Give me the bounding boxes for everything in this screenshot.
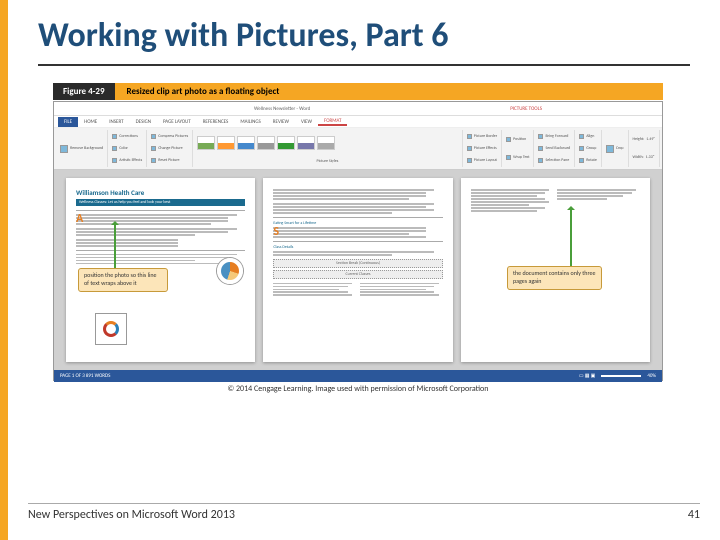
send-backward-button[interactable]: Send Backward — [538, 146, 570, 151]
group-arrange: Position Wrap Text — [502, 130, 534, 167]
rotate-button[interactable]: Rotate — [579, 158, 597, 163]
width-field[interactable]: Width: 1.33" — [633, 155, 655, 160]
remove-background-button[interactable]: Remove Background — [60, 145, 103, 153]
style-thumb[interactable] — [297, 136, 315, 150]
slide-title: Working with Pictures, Part 6 — [8, 0, 720, 64]
style-thumb[interactable] — [317, 136, 335, 150]
contextual-tools: PICTURE TOOLS — [510, 106, 542, 112]
slide: Working with Pictures, Part 6 Figure 4-2… — [0, 0, 720, 540]
bring-forward-button[interactable]: Bring Forward — [538, 134, 570, 139]
height-field[interactable]: Height: 1.49" — [633, 137, 655, 142]
tab-view[interactable]: VIEW — [295, 119, 318, 125]
section-break: Section Break (Continuous) — [273, 259, 442, 268]
callout-right: the document contains only three pages a… — [507, 266, 602, 290]
style-thumb[interactable] — [257, 136, 275, 150]
position-button[interactable]: Position — [506, 137, 529, 142]
tab-design[interactable]: DESIGN — [130, 119, 157, 125]
tab-review[interactable]: REVIEW — [267, 119, 295, 125]
group-arrange2: Bring Forward Send Backward Selection Pa… — [534, 130, 575, 167]
group-arrange3: Align Group Rotate — [575, 130, 602, 167]
status-bar: PAGE 1 OF 3 891 WORDS ▭ ▦ ▣ 40% — [54, 370, 662, 382]
document-area[interactable]: Williamson Health Care Wellness Classes:… — [54, 170, 662, 370]
page-1: Williamson Health Care Wellness Classes:… — [66, 178, 255, 362]
status-left: PAGE 1 OF 3 891 WORDS — [60, 373, 110, 379]
align-button[interactable]: Align — [579, 134, 597, 139]
pie-chart-image[interactable] — [217, 258, 243, 284]
style-thumb[interactable] — [197, 136, 215, 150]
picture-effects-button[interactable]: Picture Effects — [467, 146, 497, 151]
slide-footer: New Perspectives on Microsoft Word 2013 … — [28, 503, 700, 522]
change-picture-button[interactable]: Change Picture — [151, 146, 188, 151]
figure-banner: Figure 4-29 Resized clip art photo as a … — [53, 81, 663, 101]
doc-heading: Williamson Health Care — [76, 188, 245, 197]
tab-references[interactable]: REFERENCES — [197, 119, 235, 125]
footer-text: New Perspectives on Microsoft Word 2013 — [28, 508, 235, 522]
picture-layout-button[interactable]: Picture Layout — [467, 158, 497, 163]
crop-button[interactable]: Crop — [606, 145, 624, 153]
figure: Figure 4-29 Resized clip art photo as a … — [53, 81, 663, 394]
section-heading: Class Details — [273, 245, 442, 250]
group-button[interactable]: Group — [579, 146, 597, 151]
figure-label: Figure 4-29 — [53, 83, 115, 100]
group-size-dims: Height: 1.49" Width: 1.33" — [629, 130, 660, 167]
reset-picture-button[interactable]: Reset Picture — [151, 158, 188, 163]
tab-mailings[interactable]: MAILINGS — [234, 119, 266, 125]
ribbon-tabs: FILE HOME INSERT DESIGN PAGE LAYOUT REFE… — [54, 116, 662, 128]
swirl-image[interactable] — [96, 314, 126, 344]
zoom-level[interactable]: 40% — [647, 373, 656, 379]
style-thumb[interactable] — [237, 136, 255, 150]
page-2: Eating Smart for a Lifetime S Class Deta… — [263, 178, 452, 362]
selection-pane-button[interactable]: Selection Pane — [538, 158, 570, 163]
picture-styles-label: Picture Styles — [197, 159, 458, 164]
style-thumb[interactable] — [217, 136, 235, 150]
group-adjust2: Compress Pictures Change Picture Reset P… — [147, 130, 193, 167]
group-removebg: Remove Background — [56, 130, 108, 167]
section-heading: Current Classes — [273, 270, 442, 279]
group-adjust: Corrections Color Artistic Effects — [108, 130, 147, 167]
copyright: © 2014 Cengage Learning. Image used with… — [53, 384, 663, 394]
compress-button[interactable]: Compress Pictures — [151, 134, 188, 139]
artistic-effects-button[interactable]: Artistic Effects — [112, 158, 142, 163]
picture-border-button[interactable]: Picture Border — [467, 134, 497, 139]
view-icons[interactable]: ▭ ▦ ▣ — [579, 373, 595, 379]
tab-pagelayout[interactable]: PAGE LAYOUT — [157, 119, 197, 125]
callout-left: position the photo so this line of text … — [78, 268, 168, 292]
title-rule — [38, 64, 690, 66]
picture-styles-gallery[interactable] — [197, 136, 458, 150]
corrections-button[interactable]: Corrections — [112, 134, 142, 139]
titlebar: Wellness Newsletter - Word PICTURE TOOLS — [54, 102, 662, 116]
arrow-icon — [570, 208, 572, 268]
page-3: the document contains only three pages a… — [461, 178, 650, 362]
group-picture-styles: Picture Styles — [193, 130, 463, 167]
arrow-icon — [114, 223, 116, 268]
wrap-text-button[interactable]: Wrap Text — [506, 155, 529, 160]
section-heading: Eating Smart for a Lifetime — [273, 221, 442, 226]
word-window: Wellness Newsletter - Word PICTURE TOOLS… — [53, 101, 663, 381]
doc-subheading: Wellness Classes: Let us help you feel a… — [76, 199, 245, 206]
slide-number: 41 — [688, 508, 700, 522]
ribbon: Remove Background Corrections Color Arti… — [54, 128, 662, 170]
doc-title: Wellness Newsletter - Word — [54, 106, 510, 112]
style-thumb[interactable] — [277, 136, 295, 150]
tab-home[interactable]: HOME — [78, 119, 103, 125]
tab-insert[interactable]: INSERT — [103, 119, 129, 125]
tab-file[interactable]: FILE — [58, 117, 78, 127]
group-size: Crop — [602, 130, 629, 167]
status-right: ▭ ▦ ▣ 40% — [579, 373, 656, 379]
tab-format[interactable]: FORMAT — [318, 118, 348, 126]
color-button[interactable]: Color — [112, 146, 142, 151]
zoom-slider[interactable] — [601, 375, 641, 377]
group-styles-options: Picture Border Picture Effects Picture L… — [463, 130, 502, 167]
figure-caption: Resized clip art photo as a floating obj… — [115, 83, 663, 100]
